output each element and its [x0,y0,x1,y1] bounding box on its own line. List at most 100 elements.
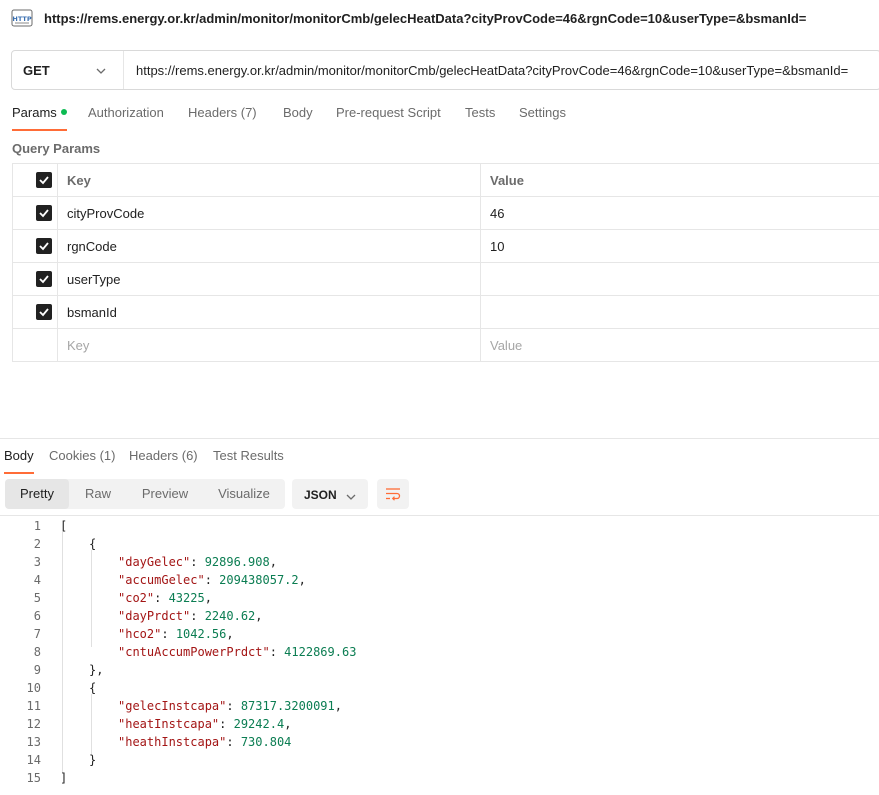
line-number: 3 [0,553,41,571]
tab-pre-request-script[interactable]: Pre-request Script [336,105,441,120]
param-key[interactable]: bsmanId [58,296,481,329]
method-select[interactable]: GET [12,51,124,89]
line-number: 15 [0,769,41,787]
tab-label: Body [4,448,34,463]
param-key[interactable]: cityProvCode [58,197,481,230]
code-line: 15] [0,769,879,787]
line-number: 14 [0,751,41,769]
select-all-checkbox[interactable] [36,172,52,188]
json-number: 4122869.63 [284,645,356,659]
code-line: 11 "gelecInstcapa": 87317.3200091, [0,697,879,715]
tab-headers[interactable]: Headers (7) [188,105,257,120]
tab-authorization[interactable]: Authorization [88,105,164,120]
code-line: 7"hco2": 1042.56, [0,625,879,643]
code-text: }, [89,661,103,679]
response-body-code[interactable]: 1[2{3"dayGelec": 92896.908,4"accumGelec"… [0,515,879,795]
param-value[interactable] [481,263,879,296]
code-text: ] [60,769,67,787]
json-key: "heathInstcapa" [118,735,226,749]
tab-params[interactable]: Params [12,105,67,120]
code-line: 3"dayGelec": 92896.908, [0,553,879,571]
code-text: "heathInstcapa": 730.804 [118,733,291,751]
tab-body[interactable]: Body [283,105,313,120]
code-text: } [89,751,96,769]
table-row: userType [13,263,879,296]
table-row-new: Key Value [13,329,879,362]
view-mode-selector: Pretty Raw Preview Visualize [5,479,285,509]
code-line: 5 "co2": 43225, [0,589,879,607]
tab-cookies[interactable]: Cookies (1) [49,448,115,463]
code-text: "dayPrdct": 2240.62, [118,607,263,625]
code-line: 9}, [0,661,879,679]
line-number: 12 [0,715,41,733]
tab-tests[interactable]: Tests [465,105,495,120]
title-bar: HTTP https://rems.energy.or.kr/admin/mon… [0,0,879,38]
tab-settings[interactable]: Settings [519,105,566,120]
code-line: 4"accumGelec": 209438057.2, [0,571,879,589]
format-select[interactable]: JSON [292,479,368,509]
active-tab-underline [4,472,34,474]
json-number: 2240.62 [205,609,256,623]
json-key: "co2" [118,591,154,605]
json-number: 43225 [169,591,205,605]
param-key[interactable]: rgnCode [58,230,481,263]
url-input[interactable]: https://rems.energy.or.kr/admin/monitor/… [136,63,848,78]
row-checkbox[interactable] [36,238,52,254]
select-all-cell [13,164,58,197]
table-row: rgnCode 10 [13,230,879,263]
row-checkbox[interactable] [36,205,52,221]
line-number: 8 [0,643,41,661]
line-number: 11 [0,697,41,715]
code-text: { [89,535,96,553]
wrap-lines-button[interactable] [377,479,409,509]
view-raw[interactable]: Raw [69,479,127,509]
tab-test-results[interactable]: Test Results [213,448,284,463]
param-value[interactable]: 46 [481,197,879,230]
line-number: 5 [0,589,41,607]
chevron-down-icon [96,64,106,74]
table-row: bsmanId [13,296,879,329]
param-key[interactable]: userType [58,263,481,296]
param-value[interactable]: 10 [481,230,879,263]
code-text: "cntuAccumPowerPrdct": 4122869.63 [118,643,356,661]
new-key-input[interactable]: Key [58,329,481,362]
tab-response-body[interactable]: Body [4,448,34,463]
json-number: 209438057.2 [219,573,298,587]
row-checkbox[interactable] [36,304,52,320]
line-number: 9 [0,661,41,679]
request-bar: GET https://rems.energy.or.kr/admin/moni… [11,50,879,90]
view-pretty[interactable]: Pretty [5,479,69,509]
row-checkbox[interactable] [36,271,52,287]
checkbox-cell [13,263,58,296]
request-title: https://rems.energy.or.kr/admin/monitor/… [44,11,806,26]
tab-response-headers[interactable]: Headers (6) [129,448,198,463]
line-number: 2 [0,535,41,553]
code-text: "heatInstcapa": 29242.4, [118,715,291,733]
checkbox-cell [13,230,58,263]
view-visualize[interactable]: Visualize [203,479,285,509]
code-line: 12 "heatInstcapa": 29242.4, [0,715,879,733]
json-key: "cntuAccumPowerPrdct" [118,645,270,659]
param-value[interactable] [481,296,879,329]
json-number: 730.804 [241,735,292,749]
http-request-icon: HTTP [11,8,33,28]
line-number: 10 [0,679,41,697]
code-line: 2{ [0,535,879,553]
tab-label: Params [12,105,57,120]
svg-text:HTTP: HTTP [12,15,31,23]
column-header-key: Key [58,164,481,197]
checkbox-cell [13,296,58,329]
code-text: "co2": 43225, [118,589,212,607]
query-params-table: Key Value cityProvCode 46 rgnCode 10 use… [12,163,879,362]
json-key: "heatInstcapa" [118,717,219,731]
table-header-row: Key Value [13,164,879,197]
code-line: 1[ [0,517,879,535]
new-value-input[interactable]: Value [481,329,879,362]
line-number: 4 [0,571,41,589]
json-number: 29242.4 [234,717,285,731]
view-preview[interactable]: Preview [127,479,203,509]
json-key: "dayGelec" [118,555,190,569]
json-key: "dayPrdct" [118,609,190,623]
code-text: "gelecInstcapa": 87317.3200091, [118,697,342,715]
line-number: 6 [0,607,41,625]
